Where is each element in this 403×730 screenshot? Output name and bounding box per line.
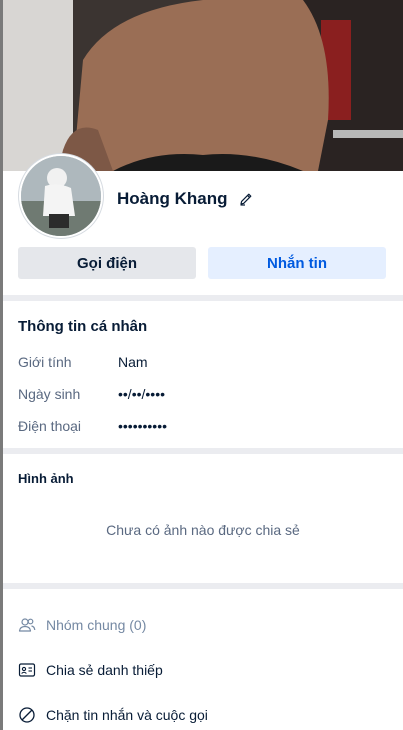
common-groups-item[interactable]: Nhóm chung (0) [18, 613, 146, 637]
profile-panel: Hoàng Khang Gọi điện Nhắn tin Thông tin … [0, 0, 403, 730]
call-button[interactable]: Gọi điện [18, 247, 196, 279]
block-item[interactable]: Chặn tin nhắn và cuộc gọi [18, 703, 208, 727]
phone-label: Điện thoại [18, 418, 82, 434]
avatar[interactable] [19, 154, 103, 238]
common-groups-label: Nhóm chung (0) [46, 617, 147, 633]
gender-label: Giới tính [18, 354, 72, 370]
profile-name: Hoàng Khang [117, 189, 228, 208]
photos-title: Hình ảnh [18, 471, 74, 486]
share-card-item[interactable]: Chia sẻ danh thiếp [18, 658, 163, 682]
users-icon [18, 618, 36, 632]
personal-info-title: Thông tin cá nhân [18, 318, 148, 335]
section-divider [3, 583, 403, 589]
cover-image [3, 0, 403, 171]
block-label: Chặn tin nhắn và cuộc gọi [46, 707, 208, 723]
section-divider [3, 448, 403, 454]
photos-empty-text: Chưa có ảnh nào được chia sẻ [106, 522, 300, 538]
birthday-value: ••/••/•••• [118, 386, 165, 402]
birthday-label: Ngày sinh [18, 386, 81, 402]
cover-photo[interactable] [3, 0, 403, 171]
message-button[interactable]: Nhắn tin [208, 247, 386, 279]
block-icon [19, 707, 35, 723]
phone-value: •••••••••• [118, 418, 168, 434]
avatar-image [21, 156, 101, 236]
id-card-icon [18, 663, 36, 677]
gender-value: Nam [118, 354, 148, 370]
pencil-icon[interactable] [238, 191, 254, 207]
share-card-label: Chia sẻ danh thiếp [46, 662, 163, 678]
section-divider [3, 295, 403, 301]
